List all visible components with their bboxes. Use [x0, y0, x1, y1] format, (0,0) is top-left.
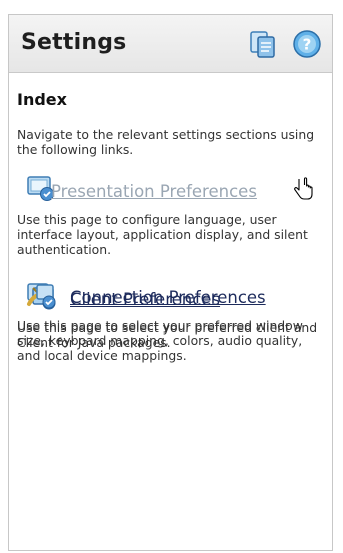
- presentation-preferences-link[interactable]: Presentation Preferences: [51, 182, 257, 201]
- hand-cursor-icon: [294, 177, 313, 200]
- presentation-preferences-description: Use this page to configure language, use…: [17, 212, 308, 257]
- connection-preferences-icon: [27, 284, 56, 309]
- connection-preferences-description: Use this page to select your preferred w…: [17, 318, 303, 363]
- copy-pages-icon[interactable]: [248, 29, 278, 59]
- settings-panel: Settings ? Index Navigate to the relevan…: [8, 14, 333, 551]
- index-intro: Navigate to the relevant settings sectio…: [17, 127, 315, 157]
- panel-content: Index Navigate to the relevant settings …: [9, 90, 332, 363]
- connection-preferences-link[interactable]: Connection Preferences: [70, 288, 266, 307]
- panel-title: Settings: [21, 30, 127, 55]
- index-heading: Index: [17, 90, 67, 109]
- svg-text:?: ?: [303, 36, 312, 54]
- help-icon[interactable]: ?: [292, 29, 322, 59]
- panel-header: Settings ?: [9, 15, 332, 73]
